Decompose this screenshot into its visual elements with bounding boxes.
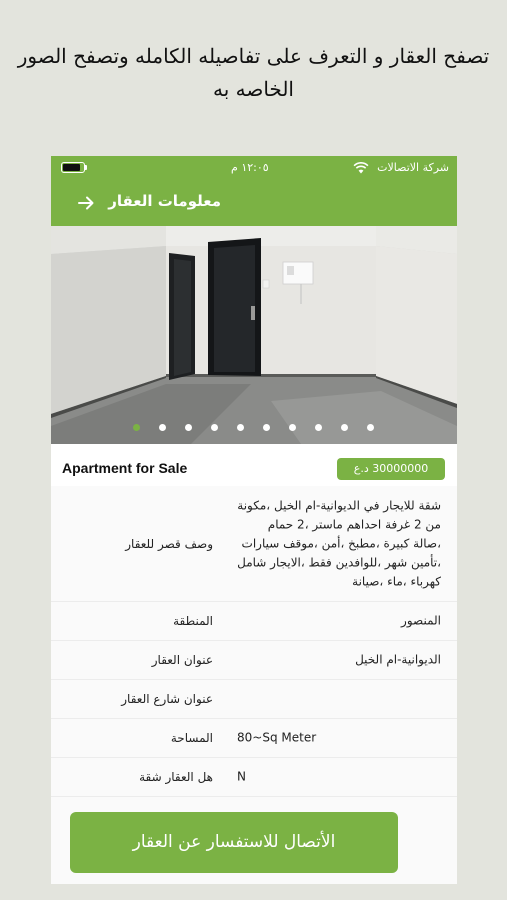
promo-caption: تصفح العقار و التعرف على تفاصيله الكامله…: [17, 44, 490, 101]
detail-value: شقة للايجار في الديوانية-ام الخيل ،مكونة…: [237, 498, 441, 588]
photo-gallery[interactable]: [51, 226, 457, 444]
wifi-icon: [353, 162, 369, 174]
battery-icon: [61, 162, 85, 173]
arrow-right-icon[interactable]: [75, 192, 97, 214]
gallery-dot[interactable]: [341, 424, 348, 431]
detail-row-size: 80~Sq Meter المساحة: [51, 719, 457, 758]
carrier-name: شركة الاتصالات: [377, 161, 449, 174]
page-title: معلومات العقار: [108, 192, 221, 210]
detail-label: عنوان العقار: [151, 653, 213, 667]
detail-label: المساحة: [170, 731, 213, 745]
gallery-dot[interactable]: [367, 424, 374, 431]
detail-value: المنصور: [401, 613, 441, 628]
gallery-dot[interactable]: [237, 424, 244, 431]
gallery-dot[interactable]: [263, 424, 270, 431]
battery-cap: [85, 165, 87, 170]
listing-title: Apartment for Sale: [62, 460, 188, 476]
gallery-dot[interactable]: [211, 424, 218, 431]
app-bar: معلومات العقار: [51, 180, 457, 226]
detail-label: المنطقة: [173, 614, 213, 628]
gallery-dot[interactable]: [289, 424, 296, 431]
detail-value: N: [237, 769, 246, 784]
detail-value: 80~Sq Meter: [237, 730, 317, 745]
listing-header: 30000000 د.ع Apartment for Sale: [51, 444, 457, 486]
detail-row-area-name: المنصور المنطقة: [51, 602, 457, 641]
status-bar: ١٢:٠٥ م شركة الاتصالات: [51, 156, 457, 180]
detail-label: عنوان شارع العقار: [121, 692, 213, 706]
detail-row-street: عنوان شارع العقار: [51, 680, 457, 719]
gallery-dot[interactable]: [133, 424, 140, 431]
gallery-dot[interactable]: [159, 424, 166, 431]
property-photo: [51, 226, 457, 444]
status-time: ١٢:٠٥ م: [231, 161, 269, 174]
gallery-dots: [51, 424, 457, 434]
detail-row-is-apartment: N هل العقار شقة: [51, 758, 457, 797]
battery-level: [63, 164, 81, 171]
detail-row-description: شقة للايجار في الديوانية-ام الخيل ،مكونة…: [51, 486, 457, 602]
detail-value: الديوانية-ام الخيل: [355, 652, 441, 667]
detail-row-address: الديوانية-ام الخيل عنوان العقار: [51, 641, 457, 680]
price-badge: 30000000 د.ع: [337, 458, 445, 480]
gallery-dot[interactable]: [315, 424, 322, 431]
detail-label: وصف قصر للعقار: [125, 536, 213, 551]
contact-inquiry-button[interactable]: الأتصال للاستفسار عن العقار: [70, 812, 398, 873]
phone-screen: ١٢:٠٥ م شركة الاتصالات معلومات العقار 30…: [51, 156, 457, 884]
detail-label: هل العقار شقة: [139, 770, 213, 784]
gallery-dot[interactable]: [185, 424, 192, 431]
